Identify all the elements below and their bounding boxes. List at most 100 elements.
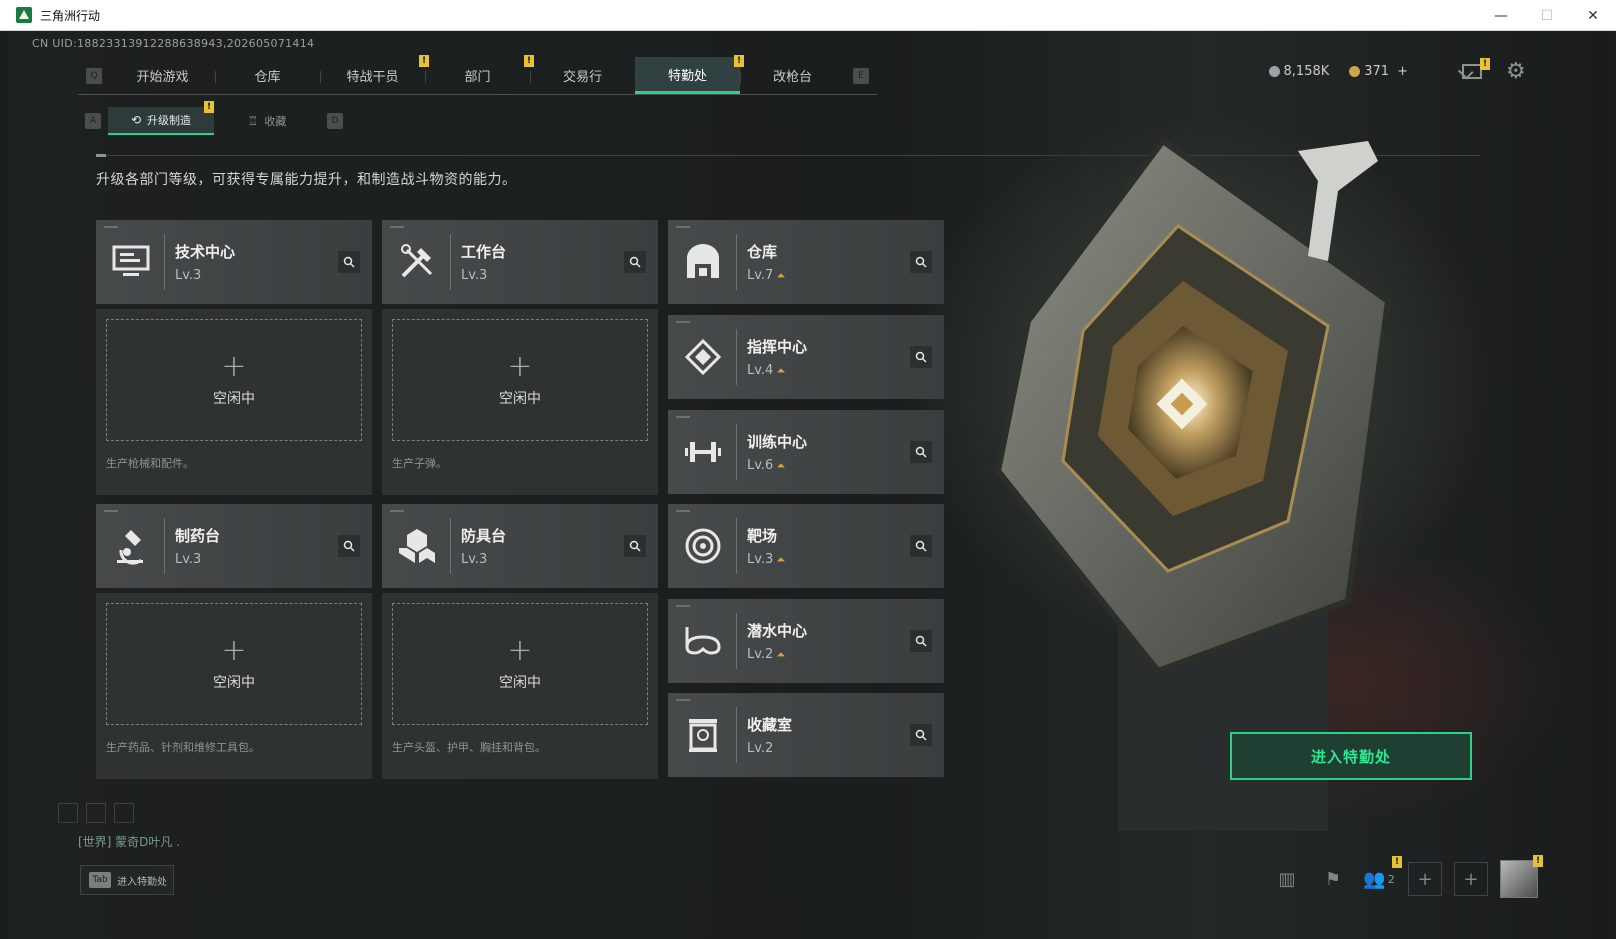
level-text: Lv.3 xyxy=(461,552,488,567)
tab-warehouse[interactable]: 仓库 xyxy=(215,57,320,94)
gold-amount: 371 xyxy=(1364,64,1390,79)
subtab-collection[interactable]: ♖ 收藏 xyxy=(214,107,320,135)
dept-card-diving[interactable]: 潜水中心 Lv.2 ⏶ xyxy=(668,599,944,683)
station-card-workbench[interactable]: 工作台 Lv.3 xyxy=(382,220,658,304)
station-level: Lv.3 xyxy=(461,268,624,283)
avatar[interactable]: ! xyxy=(1500,855,1543,898)
production-slot-pharmacy[interactable]: + 空闲中 生产药品、针剂和维修工具包。 xyxy=(96,593,372,779)
subnav-key-left: A xyxy=(78,113,108,129)
add-currency-icon[interactable]: + xyxy=(1397,64,1408,79)
search-icon[interactable] xyxy=(338,535,360,557)
trophy-icon: ♖ xyxy=(247,114,259,128)
add-teammate-button[interactable]: + xyxy=(1454,862,1488,896)
tab-label: 部门 xyxy=(464,70,491,85)
search-icon[interactable] xyxy=(910,630,932,652)
search-icon[interactable] xyxy=(910,724,932,746)
target-icon xyxy=(678,521,728,571)
close-button[interactable]: ✕ xyxy=(1570,0,1616,31)
card-info: 收藏室 Lv.2 xyxy=(747,714,910,756)
dept-card-range[interactable]: 靶场 Lv.3 ⏶ xyxy=(668,504,944,588)
card-info: 制药台 Lv.3 xyxy=(175,525,338,567)
tab-label: 交易行 xyxy=(562,70,602,85)
tab-operators[interactable]: 特战干员! xyxy=(320,55,429,94)
alert-badge: ! xyxy=(204,101,214,113)
add-teammate-button[interactable]: + xyxy=(1408,862,1442,896)
dept-level: Lv.6 ⏶ xyxy=(747,458,910,473)
chat-channel-button[interactable] xyxy=(58,803,78,823)
dept-name: 训练中心 xyxy=(747,433,808,451)
friends-count: 2 xyxy=(1387,872,1395,886)
window-title: 三角洲行动 xyxy=(40,8,101,23)
card-info: 仓库 Lv.7 ⏶ xyxy=(747,241,910,283)
tab-gunsmith[interactable]: 改枪台 xyxy=(740,57,845,94)
tab-label: 改枪台 xyxy=(772,70,812,85)
empty-slot[interactable]: + 空闲中 xyxy=(106,603,362,725)
minimize-button[interactable]: — xyxy=(1478,0,1524,31)
dept-level: Lv.3 ⏶ xyxy=(747,552,910,567)
gold-currency[interactable]: 371 + xyxy=(1349,64,1408,79)
empty-slot[interactable]: + 空闲中 xyxy=(392,319,648,441)
bottom-toolbar: ▥ ⚑ 👥 2! + + ! xyxy=(1270,855,1543,898)
station-name: 防具台 xyxy=(461,527,507,545)
page-description: 升级各部门等级，可获得专属能力提升，和制造战斗物资的能力。 xyxy=(96,172,517,188)
search-icon[interactable] xyxy=(624,251,646,273)
main-nav: Q 开始游戏 仓库 特战干员! 部门! 交易行 特勤处! 改枪台 E xyxy=(78,55,877,95)
station-card-pharmacy[interactable]: 制药台 Lv.3 xyxy=(96,504,372,588)
enter-special-ops-button[interactable]: 进入特勤处 xyxy=(1230,732,1472,780)
tab-label: 开始游戏 xyxy=(136,70,189,85)
production-slot-workbench[interactable]: + 空闲中 生产子弹。 xyxy=(382,309,658,495)
gear-icon[interactable]: ⚙ xyxy=(1506,61,1528,83)
idle-label: 空闲中 xyxy=(499,391,541,407)
dept-card-training[interactable]: 训练中心 Lv.6 ⏶ xyxy=(668,410,944,494)
station-card-armor[interactable]: 防具台 Lv.3 xyxy=(382,504,658,588)
chat-channel-button[interactable] xyxy=(86,803,106,823)
flag-icon[interactable]: ⚑ xyxy=(1316,862,1350,896)
subtab-upgrade[interactable]: ⟲ 升级制造 ! xyxy=(108,101,214,135)
dept-card-warehouse[interactable]: 仓库 Lv.7 ⏶ xyxy=(668,220,944,304)
station-level: Lv.3 xyxy=(175,268,338,283)
world-chat-message[interactable]: [世界] 蒙奇D叶凡 . xyxy=(78,833,180,850)
produce-description: 生产头盔、护甲、胸挂和背包。 xyxy=(392,741,546,754)
tab-start-game[interactable]: 开始游戏 xyxy=(110,57,215,94)
stats-chart-icon[interactable]: ▥ xyxy=(1270,862,1304,896)
tab-trade[interactable]: 交易行 xyxy=(530,57,635,94)
maximize-button[interactable]: ☐ xyxy=(1524,0,1570,31)
sub-nav: A ⟲ 升级制造 ! ♖ 收藏 D xyxy=(78,101,350,137)
card-info: 工作台 Lv.3 xyxy=(461,241,624,283)
card-separator xyxy=(736,613,737,669)
tab-special-ops[interactable]: 特勤处! xyxy=(635,55,744,94)
empty-slot[interactable]: + 空闲中 xyxy=(392,603,648,725)
station-level: Lv.3 xyxy=(175,552,338,567)
search-icon[interactable] xyxy=(910,535,932,557)
search-icon[interactable] xyxy=(624,535,646,557)
dept-card-collection[interactable]: 收藏室 Lv.2 xyxy=(668,693,944,777)
silver-amount: 8,158K xyxy=(1283,64,1330,79)
silver-currency: 8,158K xyxy=(1268,64,1330,79)
upgrade-icon: ⟲ xyxy=(130,113,142,127)
mail-icon[interactable]: ! xyxy=(1462,58,1490,79)
tab-hint-label: 进入特勤处 xyxy=(117,876,167,888)
command-icon xyxy=(678,332,728,382)
game-viewport: CN UID:18823313912288638943,202605071414… xyxy=(8,31,1608,939)
search-icon[interactable] xyxy=(338,251,360,273)
dept-name: 靶场 xyxy=(747,527,778,545)
chat-channel-button[interactable] xyxy=(114,803,134,823)
card-separator xyxy=(164,234,165,290)
alert-badge: ! xyxy=(1533,855,1543,867)
search-icon[interactable] xyxy=(910,251,932,273)
search-icon[interactable] xyxy=(910,441,932,463)
station-card-tech[interactable]: 技术中心 Lv.3 xyxy=(96,220,372,304)
empty-slot[interactable]: + 空闲中 xyxy=(106,319,362,441)
level-text: Lv.6 xyxy=(747,458,774,473)
level-text: Lv.3 xyxy=(175,552,202,567)
dept-card-command[interactable]: 指挥中心 Lv.4 ⏶ xyxy=(668,315,944,399)
monitor-icon xyxy=(106,237,156,287)
dept-level: Lv.7 ⏶ xyxy=(747,268,910,283)
production-slot-tech[interactable]: + 空闲中 生产枪械和配件。 xyxy=(96,309,372,495)
search-icon[interactable] xyxy=(910,346,932,368)
tab-hint-button[interactable]: Tab 进入特勤处 xyxy=(80,865,174,895)
tab-department[interactable]: 部门! xyxy=(425,55,534,94)
microscope-icon xyxy=(106,521,156,571)
friends-icon[interactable]: 👥 2! xyxy=(1362,856,1402,896)
production-slot-armor[interactable]: + 空闲中 生产头盔、护甲、胸挂和背包。 xyxy=(382,593,658,779)
